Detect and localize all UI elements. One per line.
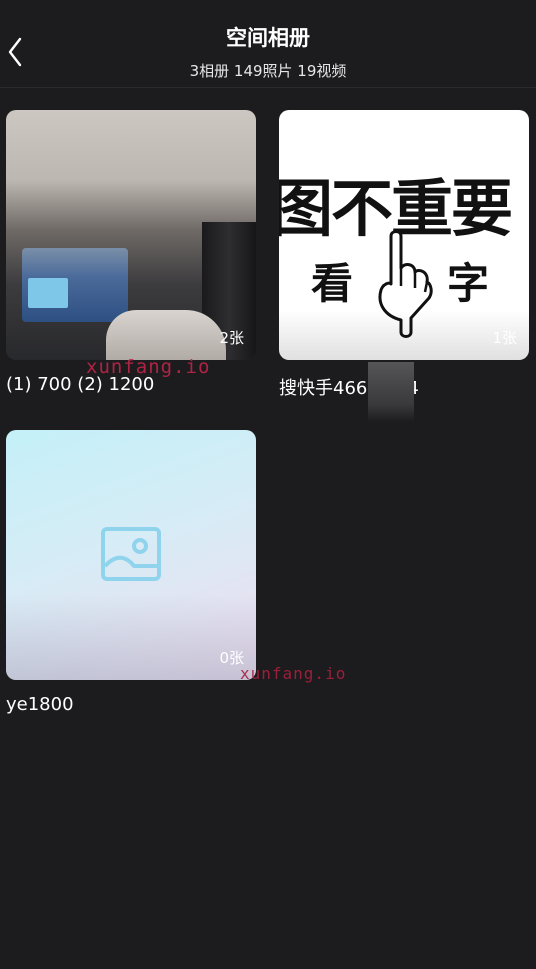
photo-count: 1张 <box>492 329 517 347</box>
album-cover[interactable]: 2张 <box>6 110 256 360</box>
watermark: xunfang.io <box>86 356 211 378</box>
album-card[interactable]: 0张 ye1800 <box>6 430 256 715</box>
album-card[interactable]: 图不重要 看 字 1张 搜快手466 8914 <box>279 110 529 400</box>
album-card[interactable]: 2张 (1) 700 (2) 1200 <box>6 110 256 395</box>
album-cover[interactable]: 图不重要 看 字 1张 <box>279 110 529 360</box>
cover-photo-sofa <box>106 310 226 360</box>
photo-count: 2张 <box>219 329 244 347</box>
album-cover[interactable]: 0张 <box>6 430 256 680</box>
album-summary: 3相册 149照片 19视频 <box>189 62 347 80</box>
top-bar: 空间相册 3相册 149照片 19视频 <box>0 0 536 88</box>
cover-meme-text: 字 <box>447 259 490 308</box>
album-name[interactable]: ye1800 <box>6 694 256 715</box>
redaction-block <box>368 362 414 422</box>
cover-meme-text: 看 <box>311 259 354 308</box>
watermark: xunfang.io <box>240 664 347 683</box>
cover-photo-screen <box>28 278 68 308</box>
page-title: 空间相册 <box>226 26 310 50</box>
image-placeholder-icon <box>101 527 161 581</box>
